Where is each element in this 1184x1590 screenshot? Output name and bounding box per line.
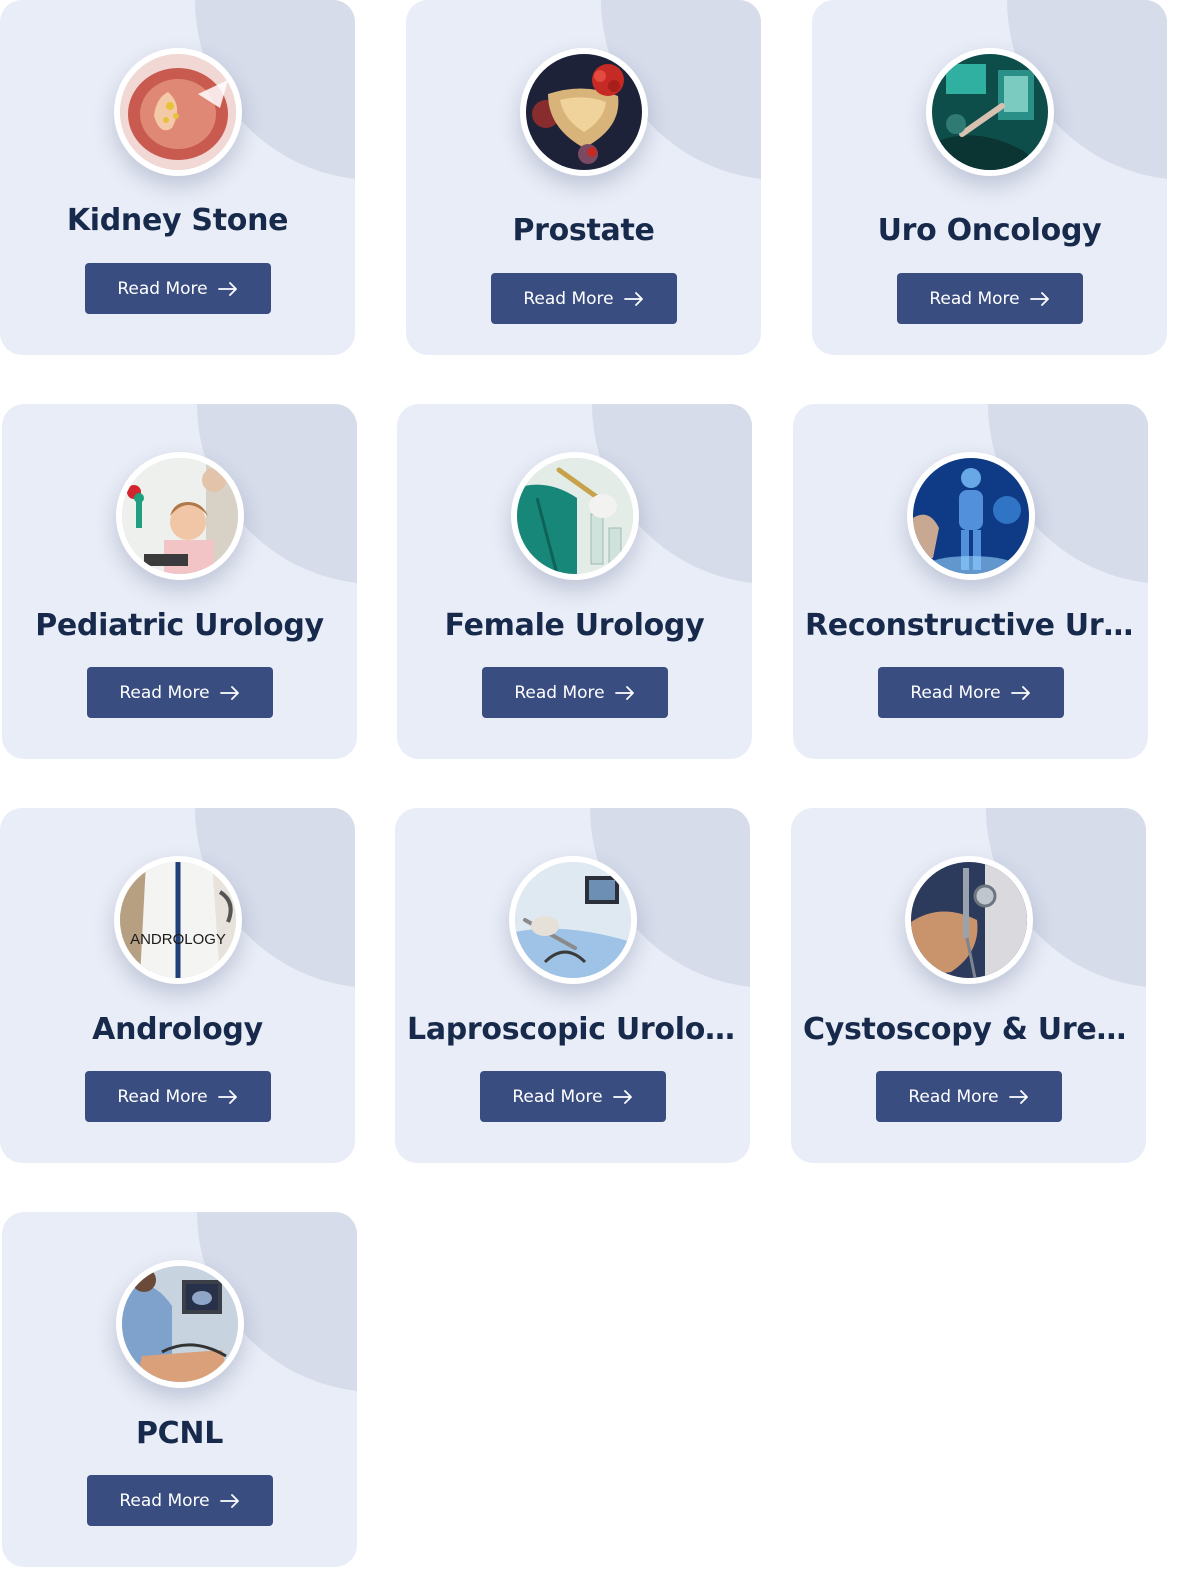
service-card-uro-oncology: Uro Oncology Read More <box>812 0 1167 355</box>
read-more-button[interactable]: Read More <box>479 1071 666 1122</box>
andrology-image-text: ANDROLOGY <box>130 931 226 948</box>
test-tube-icon <box>516 458 633 574</box>
service-card-title: Kidney Stone <box>66 203 289 238</box>
read-more-button[interactable]: Read More <box>84 1071 271 1122</box>
pediatric-urology-image <box>115 452 244 580</box>
service-card-title: Pediatric Urology <box>35 608 324 643</box>
child-patient-icon <box>121 458 238 574</box>
service-card-kidney-stone: Kidney Stone Read More <box>0 0 355 355</box>
read-more-label: Read More <box>910 682 1001 703</box>
prostate-image <box>519 48 648 176</box>
service-card-cystoscopy: Cystoscopy & Urete... Read More <box>791 808 1146 1163</box>
arrow-right-icon <box>217 1089 237 1104</box>
read-more-button[interactable]: Read More <box>481 667 668 718</box>
read-more-button[interactable]: Read More <box>490 273 677 324</box>
read-more-label: Read More <box>908 1086 999 1107</box>
service-card-title: Female Urology <box>444 608 705 643</box>
read-more-label: Read More <box>117 278 208 299</box>
service-card-title: Reconstructive Urol... <box>805 608 1136 643</box>
service-card-reconstructive-urology: Reconstructive Urol... Read More <box>793 404 1148 759</box>
prostate-icon <box>525 54 642 170</box>
andrology-image: ANDROLOGY <box>113 856 242 984</box>
service-card-title: Cystoscopy & Urete... <box>803 1012 1134 1047</box>
cystoscope-icon <box>910 862 1027 978</box>
kidney-stone-image <box>113 48 242 176</box>
pcnl-surgery-icon <box>121 1266 238 1382</box>
service-card-prostate: Prostate Read More <box>406 0 761 355</box>
arrow-right-icon <box>217 281 237 296</box>
arrow-right-icon <box>219 1493 239 1508</box>
doctor-coat-icon: ANDROLOGY <box>119 862 236 978</box>
read-more-button[interactable]: Read More <box>875 1071 1062 1122</box>
arrow-right-icon <box>219 685 239 700</box>
arrow-right-icon <box>1029 291 1049 306</box>
read-more-label: Read More <box>117 1086 208 1107</box>
read-more-button[interactable]: Read More <box>896 273 1083 324</box>
arrow-right-icon <box>614 685 634 700</box>
kidney-icon <box>119 54 236 170</box>
read-more-label: Read More <box>523 288 614 309</box>
service-card-title: Laproscopic Urology <box>407 1012 738 1047</box>
uro-oncology-image <box>925 48 1054 176</box>
arrow-right-icon <box>612 1089 632 1104</box>
read-more-label: Read More <box>929 288 1020 309</box>
cystoscopy-image <box>904 856 1033 984</box>
read-more-label: Read More <box>119 1490 210 1511</box>
service-card-title: Uro Oncology <box>877 213 1102 248</box>
service-card-title: Andrology <box>92 1012 263 1047</box>
read-more-button[interactable]: Read More <box>877 667 1064 718</box>
service-card-pediatric-urology: Pediatric Urology Read More <box>2 404 357 759</box>
read-more-button[interactable]: Read More <box>86 667 273 718</box>
pcnl-image <box>115 1260 244 1388</box>
read-more-button[interactable]: Read More <box>84 263 271 314</box>
read-more-label: Read More <box>514 682 605 703</box>
service-card-title: Prostate <box>512 213 655 248</box>
female-urology-image <box>510 452 639 580</box>
read-more-button[interactable]: Read More <box>86 1475 273 1526</box>
reconstructive-urology-image <box>906 452 1035 580</box>
laparoscopy-icon <box>514 862 631 978</box>
service-card-laproscopic-urology: Laproscopic Urology Read More <box>395 808 750 1163</box>
service-card-andrology: ANDROLOGY Andrology Read More <box>0 808 355 1163</box>
read-more-label: Read More <box>119 682 210 703</box>
service-card-title: PCNL <box>135 1416 224 1451</box>
xray-body-icon <box>912 458 1029 574</box>
service-card-pcnl: PCNL Read More <box>2 1212 357 1567</box>
operating-room-icon <box>931 54 1048 170</box>
arrow-right-icon <box>623 291 643 306</box>
service-card-female-urology: Female Urology Read More <box>397 404 752 759</box>
laproscopic-urology-image <box>508 856 637 984</box>
arrow-right-icon <box>1008 1089 1028 1104</box>
read-more-label: Read More <box>512 1086 603 1107</box>
arrow-right-icon <box>1010 685 1030 700</box>
